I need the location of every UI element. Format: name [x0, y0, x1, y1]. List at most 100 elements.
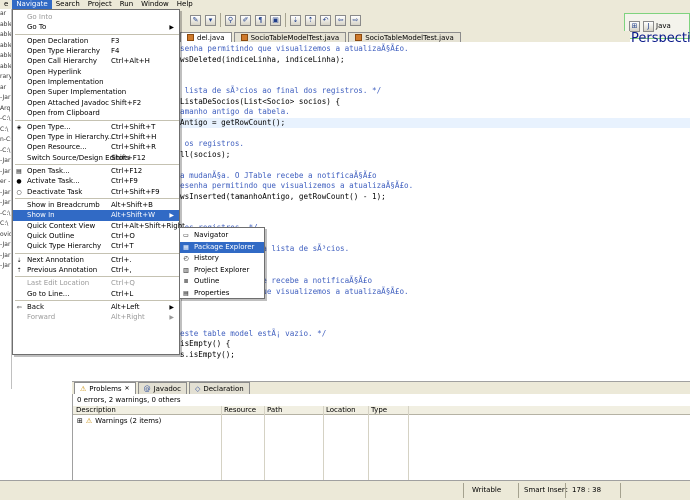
editor-tab[interactable]: del.java	[180, 32, 232, 42]
history-icon: ◴	[183, 255, 189, 262]
tree-item-fragment[interactable]: -Jar	[0, 93, 11, 104]
tree-item-fragment[interactable]: -C:\	[0, 114, 11, 125]
menu-navigate[interactable]: Navigate	[12, 0, 52, 9]
next-annotation-icon[interactable]: ⇣	[290, 14, 301, 26]
column-header-description[interactable]: Description	[73, 406, 221, 415]
status-separator	[620, 483, 621, 498]
menu-item-go-to[interactable]: Go To ▶	[13, 22, 179, 33]
editor-tab[interactable]: SocioTableModelTest.java	[348, 32, 461, 42]
column-header-type[interactable]: Type	[368, 406, 408, 415]
column-divider	[323, 406, 324, 480]
menu-item-go-to-line[interactable]: Go to Line... Ctrl+L	[13, 289, 179, 300]
tree-item-fragment[interactable]: -Jar	[0, 198, 11, 209]
warning-icon: ⚠	[85, 417, 93, 425]
previous-annotation-icon[interactable]: ⇡	[305, 14, 316, 26]
main-toolbar: ✎ ▾ ⚲ ✐ ¶ ▣ ⇣ ⇡ ↶ ⇦ ⇨ ⊞ J Java	[180, 9, 690, 39]
menu-item-open-implementation[interactable]: Open Implementation	[13, 77, 179, 88]
tree-item-fragment[interactable]: -Jar	[0, 240, 11, 251]
close-icon[interactable]: ✕	[125, 385, 130, 392]
tree-item-fragment[interactable]: able	[0, 51, 11, 62]
tree-item-fragment[interactable]: rary	[0, 72, 11, 83]
editor-tab[interactable]: SocioTableModelTest.java	[233, 32, 347, 42]
menu-item-open-super-implementation[interactable]: Open Super Implementation	[13, 87, 179, 98]
column-header-resource[interactable]: Resource	[221, 406, 264, 415]
show-in-properties[interactable]: ▤ Properties	[180, 288, 264, 299]
tree-item-fragment[interactable]: C:\	[0, 219, 11, 230]
column-header-path[interactable]: Path	[264, 406, 323, 415]
block-selection-icon[interactable]: ¶	[255, 14, 266, 26]
menu-search[interactable]: Search	[52, 0, 84, 9]
code-editor[interactable]: senha permitindo que visualizemos a atua…	[180, 42, 690, 380]
tree-item-fragment[interactable]: -C:\	[0, 209, 11, 220]
menu-item-open-call-hierarchy[interactable]: Open Call Hierarchy Ctrl+Alt+H	[13, 56, 179, 67]
show-whitespace-icon[interactable]: ▣	[270, 14, 281, 26]
column-header-location[interactable]: Location	[323, 406, 368, 415]
menu-item-activate-task[interactable]: ● Activate Task... Ctrl+F9	[13, 176, 179, 187]
menu-item-switch-source-design-editors[interactable]: Switch Source/Design Editors Shift+F12	[13, 153, 179, 164]
menu-item-open-from-clipboard[interactable]: Open from Clipboard	[13, 108, 179, 119]
menu-item-label: Open Resource...	[27, 143, 87, 152]
menu-item-open-attached-javadoc[interactable]: Open Attached Javadoc Shift+F2	[13, 98, 179, 109]
tab-declaration[interactable]: ◇ Declaration	[188, 382, 250, 394]
back-icon[interactable]: ⇦	[335, 14, 346, 26]
tree-item-fragment[interactable]: ar	[0, 83, 11, 94]
menu-item-open-hyperlink[interactable]: Open Hyperlink	[13, 67, 179, 78]
java-perspective-button[interactable]: J Java	[643, 20, 671, 32]
show-in-history[interactable]: ◴ History	[180, 253, 264, 264]
tree-item-fragment[interactable]: -Jar	[0, 188, 11, 199]
menu-item-open-type-in-hierarchy[interactable]: Open Type in Hierarchy... Ctrl+Shift+H	[13, 132, 179, 143]
expand-icon[interactable]: ⊞	[77, 417, 83, 425]
menu-project[interactable]: Project	[84, 0, 116, 9]
menu-help[interactable]: Help	[173, 0, 197, 9]
tree-item-fragment[interactable]: n-C:\	[0, 135, 11, 146]
last-edit-location-icon[interactable]: ↶	[320, 14, 331, 26]
wand-icon[interactable]: ✎	[190, 14, 201, 26]
tree-item-fragment[interactable]: -Jar	[0, 261, 11, 272]
open-perspective-icon[interactable]: ⊞	[629, 20, 640, 32]
tree-item-fragment[interactable]: C:\	[0, 125, 11, 136]
menu-item-open-task[interactable]: ▤ Open Task... Ctrl+F12	[13, 166, 179, 177]
show-in-project-explorer[interactable]: ▥ Project Explorer	[180, 265, 264, 276]
tree-item-fragment[interactable]: ovide	[0, 230, 11, 241]
menu-item-quick-type-hierarchy[interactable]: Quick Type Hierarchy Ctrl+T	[13, 241, 179, 252]
tree-item-fragment[interactable]: Arq	[0, 104, 11, 115]
forward-icon[interactable]: ⇨	[350, 14, 361, 26]
tree-item-fragment[interactable]: -Jar	[0, 251, 11, 262]
tree-item-fragment[interactable]: -Jar	[0, 167, 11, 178]
tree-item-fragment[interactable]: able	[0, 30, 11, 41]
show-in-outline[interactable]: ≣ Outline	[180, 276, 264, 287]
menu-item-forward: Forward Alt+Right ▶	[13, 312, 179, 323]
menu-item-show-in[interactable]: Show In Alt+Shift+W ▶	[13, 210, 179, 222]
tree-item-fragment[interactable]: -C:\	[0, 146, 11, 157]
toggle-mark-occurrences-icon[interactable]: ✐	[240, 14, 251, 26]
menu-edit-cut[interactable]: e	[0, 0, 12, 9]
tree-item-fragment[interactable]: able	[0, 20, 11, 31]
menu-item-quick-context-view[interactable]: Quick Context View Ctrl+Alt+Shift+Right	[13, 221, 185, 232]
show-in-navigator[interactable]: ▭ Navigator	[180, 230, 264, 241]
menu-item-open-type-hierarchy[interactable]: Open Type Hierarchy F4	[13, 46, 179, 57]
menu-item-shortcut: Ctrl+,	[111, 266, 132, 275]
menu-item-shortcut: Ctrl+.	[111, 255, 132, 264]
tab-javadoc[interactable]: @ Javadoc	[137, 382, 187, 394]
menu-item-open-type[interactable]: ◈ Open Type... Ctrl+Shift+T	[13, 122, 179, 133]
table-row[interactable]: ⊞ ⚠ Warnings (2 items)	[73, 417, 161, 426]
dropdown-arrow-icon[interactable]: ▾	[205, 14, 216, 26]
tree-item-fragment[interactable]: able	[0, 62, 11, 73]
menu-window[interactable]: Window	[137, 0, 173, 9]
tree-item-fragment[interactable]: ar	[0, 9, 11, 20]
menu-item-show-in-breadcrumb[interactable]: Show in Breadcrumb Alt+Shift+B	[13, 200, 179, 211]
menu-item-previous-annotation[interactable]: ⇡ Previous Annotation Ctrl+,	[13, 265, 179, 276]
menu-item-open-declaration[interactable]: Open Declaration F3	[13, 36, 179, 47]
menu-item-deactivate-task[interactable]: ○ Deactivate Task Ctrl+Shift+F9	[13, 187, 179, 198]
tab-problems[interactable]: ⚠ Problems ✕	[74, 382, 136, 394]
menu-run[interactable]: Run	[116, 0, 137, 9]
show-in-package-explorer[interactable]: ▦ Package Explorer	[180, 241, 264, 253]
tree-item-fragment[interactable]: able	[0, 41, 11, 52]
menu-item-next-annotation[interactable]: ⇣ Next Annotation Ctrl+.	[13, 255, 179, 266]
menu-item-open-resource[interactable]: Open Resource... Ctrl+Shift+R	[13, 142, 179, 153]
search-icon[interactable]: ⚲	[225, 14, 236, 26]
tree-item-fragment[interactable]: -Jar	[0, 156, 11, 167]
tree-item-fragment[interactable]: er - C:\	[0, 177, 11, 188]
menu-item-back[interactable]: ⇦ Back Alt+Left ▶	[13, 302, 179, 313]
menu-item-quick-outline[interactable]: Quick Outline Ctrl+O	[13, 231, 179, 242]
